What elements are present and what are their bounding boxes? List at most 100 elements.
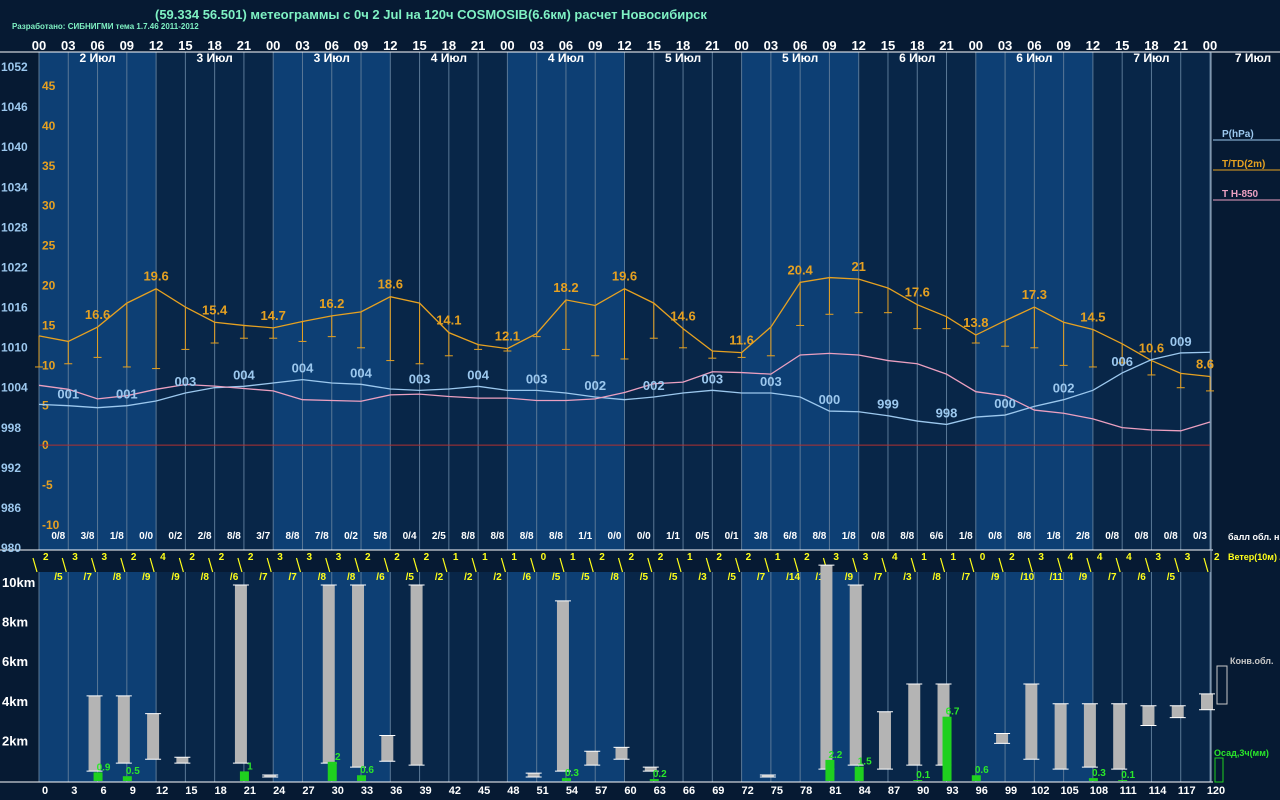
pressure-tick-label: 1004 xyxy=(1,381,28,395)
cloud-cover-value: 1/8 xyxy=(842,531,856,542)
temperature-label: 15.4 xyxy=(202,302,228,317)
bottom-hour-label: 111 xyxy=(1120,785,1137,797)
wind-speed: 3 xyxy=(306,552,312,563)
wind-arrow xyxy=(1027,557,1033,573)
bottom-hour-label: 18 xyxy=(215,785,227,797)
wind-arrow xyxy=(647,557,653,573)
temperature-label: 14.7 xyxy=(261,308,286,323)
pressure-label: 000 xyxy=(994,396,1016,411)
wind-gust: /2 xyxy=(464,572,473,583)
cloud-cover-value: 0/3 xyxy=(1193,531,1207,542)
pressure-tick-label: 1034 xyxy=(1,180,28,194)
cloud-cover-value: 8/8 xyxy=(549,531,563,542)
wind-gust: /9 xyxy=(142,572,151,583)
temperature-tick-label: 10 xyxy=(42,358,56,372)
wind-arrow xyxy=(442,557,448,573)
wind-gust: /8 xyxy=(201,572,210,583)
pressure-label: 006 xyxy=(1111,354,1133,369)
wind-gust: /6 xyxy=(523,572,532,583)
height-tick-label: 4km xyxy=(2,694,28,709)
bottom-hour-label: 114 xyxy=(1149,785,1168,797)
precipitation-bar xyxy=(327,761,337,781)
precipitation-label: 0.6 xyxy=(360,765,374,776)
cloud-cover-value: 0/4 xyxy=(403,531,417,542)
wind-gust: /7 xyxy=(962,572,971,583)
hour-tick-label: 03 xyxy=(295,38,309,53)
temperature-label: 8.6 xyxy=(1196,357,1214,372)
wind-gust: /9 xyxy=(845,572,854,583)
cloud-bar xyxy=(1171,705,1184,718)
hour-tick-label: 00 xyxy=(500,38,514,53)
cloud-bar xyxy=(1054,703,1067,770)
pressure-label: 004 xyxy=(467,367,489,382)
precipitation-label: 6.7 xyxy=(946,707,960,718)
height-axis: 10km 8km 6km 4km 2km xyxy=(2,575,35,748)
cloud-bar xyxy=(1025,683,1038,760)
day-label: 7 Июл xyxy=(1133,51,1169,65)
bottom-hour-label: 84 xyxy=(859,785,872,797)
hour-tick-label: 12 xyxy=(149,38,163,53)
wind-arrow xyxy=(354,557,360,573)
cloud-cover-value: 8/8 xyxy=(812,531,826,542)
cloud-cover-value: 7/8 xyxy=(315,531,329,542)
pressure-label: 004 xyxy=(292,361,314,376)
wind-gust: /14 xyxy=(786,572,800,583)
height-tick-label: 8km xyxy=(2,615,28,630)
hour-tick-label: 12 xyxy=(851,38,865,53)
day-label: 5 Июл xyxy=(782,51,818,65)
bottom-hour-label: 48 xyxy=(507,785,519,797)
cloud-cover-value: 0/8 xyxy=(1164,531,1178,542)
wind-gust: /8 xyxy=(347,572,356,583)
hour-tick-label: 12 xyxy=(383,38,397,53)
wind-arrow xyxy=(793,557,799,573)
wind-gust: /11 xyxy=(1050,572,1064,583)
wind-arrow xyxy=(1086,557,1092,573)
cloud-cover-value: 6/6 xyxy=(930,531,944,542)
temperature-label: 14.6 xyxy=(670,309,695,324)
wind-arrow xyxy=(1174,557,1180,573)
wind-gust: /7 xyxy=(288,572,297,583)
bottom-hour-label: 108 xyxy=(1090,785,1108,797)
precipitation-label: 0.1 xyxy=(916,770,930,781)
wind-gust: /7 xyxy=(259,572,268,583)
temperature-tick-label: 35 xyxy=(42,159,56,173)
cloud-cover-value: 6/8 xyxy=(783,531,797,542)
cloud-cover-value: 0/2 xyxy=(344,531,358,542)
bottom-hour-label: 99 xyxy=(1005,785,1017,797)
cloud-cover-value: 2/8 xyxy=(198,531,212,542)
cloud-cover-value: 0/1 xyxy=(725,531,739,542)
cloud-bar xyxy=(556,600,569,772)
wind-gust: /9 xyxy=(1079,572,1088,583)
meteogram: (59.334 56.501) метеограммы с 0ч 2 Jul н… xyxy=(0,0,1280,800)
wind-gust: /5 xyxy=(1167,572,1176,583)
temperature-label: 18.6 xyxy=(378,277,403,292)
bottom-hour-label: 60 xyxy=(624,785,636,797)
cloud-bar xyxy=(849,584,862,766)
hour-tick-label: 21 xyxy=(705,38,719,53)
bottom-hour-label: 63 xyxy=(654,785,666,797)
hour-tick-label: 21 xyxy=(237,38,251,53)
cloud-cover-value: 0/0 xyxy=(608,531,622,542)
pressure-tick-label: 992 xyxy=(1,461,21,475)
legend-cloud-cover: балл обл. ниж/общ xyxy=(1228,532,1280,542)
temperature-label: 16.6 xyxy=(85,307,110,322)
day-label: 3 Июл xyxy=(197,51,233,65)
bottom-hour-label: 102 xyxy=(1031,785,1049,797)
hour-tick-label: 15 xyxy=(881,38,895,53)
wind-speed: 1 xyxy=(570,552,576,563)
wind-arrow xyxy=(705,557,711,573)
temperature-label: 11.6 xyxy=(729,333,754,348)
wind-gust: /8 xyxy=(933,572,942,583)
wind-speed: 2 xyxy=(219,552,225,563)
cloud-cover-value: 0/5 xyxy=(695,531,709,542)
wind-speed: 4 xyxy=(160,552,166,563)
hour-tick-label: 21 xyxy=(1173,38,1187,53)
pressure-tick-label: 998 xyxy=(1,421,21,435)
bottom-hour-label: 6 xyxy=(100,785,106,797)
bottom-hour-label: 93 xyxy=(946,785,958,797)
cloud-cover-value: 0/8 xyxy=(871,531,885,542)
cloud-cover-value: 0/0 xyxy=(637,531,651,542)
pressure-label: 003 xyxy=(701,371,723,386)
wind-arrow xyxy=(735,557,741,573)
wind-arrow xyxy=(325,557,331,573)
